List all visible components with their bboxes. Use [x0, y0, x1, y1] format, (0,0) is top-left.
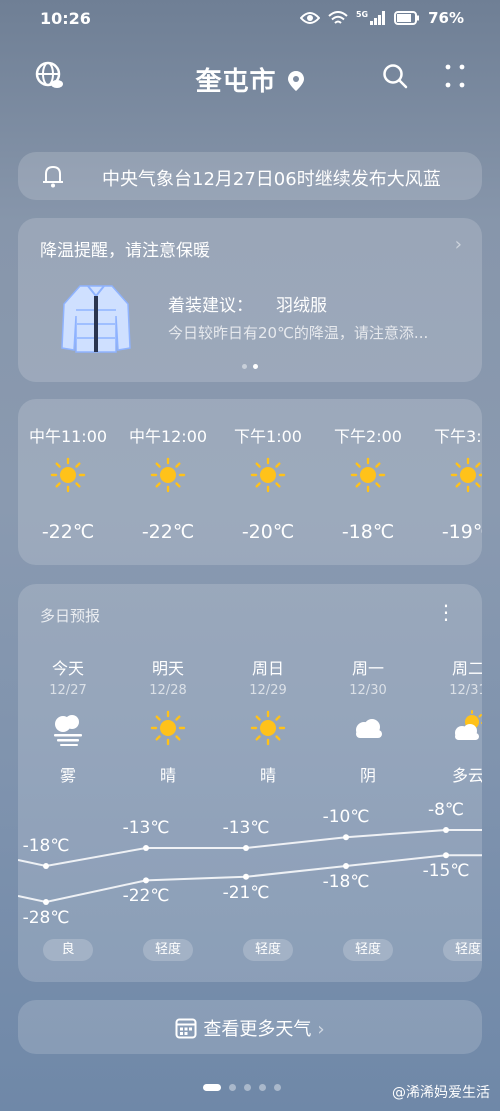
sunny-icon — [450, 457, 482, 493]
carousel-indicator — [242, 364, 258, 369]
watermark-text: @浠浠妈爱生活 — [392, 1085, 490, 1101]
sunny-icon — [50, 457, 86, 493]
high-temp-label: -8℃ — [427, 800, 465, 820]
high-temp-line-point — [243, 845, 249, 851]
battery-icon — [394, 11, 420, 25]
down-jacket-icon — [61, 285, 131, 353]
low-temp-line-point — [343, 863, 349, 869]
low-temp-line-point — [143, 877, 149, 884]
hour-time: 中午11:00 — [28, 427, 108, 446]
chevron-right-icon: › — [317, 1019, 325, 1040]
wifi-icon — [328, 10, 348, 24]
low-temp-label: -21℃ — [222, 882, 270, 903]
hour-time: 下午1:00 — [234, 427, 302, 446]
hour-time: 下午3:00 — [434, 427, 482, 446]
calendar-icon — [175, 1018, 197, 1039]
hourly-forecast-card[interactable]: 中午11:00 -22℃ 中午12:00 -22℃ 下午1:00 -20℃ 下午… — [18, 399, 482, 565]
low-temp-label: -18℃ — [322, 872, 370, 892]
more-menu-icon[interactable] — [444, 63, 466, 89]
high-temp-line-point — [143, 845, 149, 851]
sunny-icon — [350, 457, 386, 493]
high-temp-label: -10℃ — [322, 807, 370, 828]
hour-temp: -19℃ — [441, 521, 482, 543]
signal-icon — [370, 11, 386, 25]
status-bar: 10:26 5G 76% — [0, 0, 500, 36]
high-temp-line-point — [343, 834, 349, 841]
sunny-icon — [150, 457, 186, 493]
low-temp-label: -28℃ — [22, 908, 70, 928]
weather-alert-banner[interactable]: 中央气象台12月27日06时继续发布大风蓝 — [18, 152, 482, 200]
low-temp-label: -22℃ — [122, 886, 170, 907]
clothing-label: 着装建议： — [168, 296, 253, 316]
sunny-icon — [250, 457, 286, 493]
city-title[interactable]: 奎屯市 — [0, 61, 500, 98]
hour-temp: -22℃ — [141, 521, 195, 543]
location-pin-icon — [287, 71, 304, 91]
more-weather-label: 查看更多天气 — [203, 1019, 312, 1040]
high-temp-label: -18℃ — [22, 836, 70, 856]
header: 奎屯市 — [0, 55, 500, 99]
low-temp-line-point — [243, 873, 249, 880]
hour-temp: -18℃ — [341, 521, 395, 543]
status-icons: 5G 76% — [299, 9, 464, 27]
chevron-right-icon: › — [454, 234, 462, 255]
clothing-tip-card[interactable]: 降温提醒，请注意保暖 › 着装建议： 羽绒服 今日较昨日有20℃的降温，请注意添… — [18, 218, 482, 382]
hour-temp: -22℃ — [41, 521, 95, 543]
low-temp-label: -15℃ — [422, 861, 470, 882]
watermark: @浠浠妈爱生活 — [392, 1082, 490, 1102]
battery-level: 76% — [428, 9, 464, 27]
eye-icon — [299, 12, 320, 24]
status-time: 10:26 — [40, 9, 91, 28]
low-temp-line-point — [443, 852, 449, 859]
hour-time: 中午12:00 — [128, 427, 208, 446]
hour-temp: -20℃ — [241, 521, 295, 543]
alert-bell-icon — [43, 165, 63, 188]
high-temp-label: -13℃ — [122, 818, 170, 838]
page-indicator[interactable] — [203, 1084, 281, 1091]
temperature-curve — [18, 827, 482, 905]
alert-text: 中央气象台12月27日06时继续发布大风蓝 — [102, 169, 441, 190]
high-temp-line-point — [443, 827, 449, 833]
high-temp-label: -13℃ — [222, 818, 270, 838]
search-icon[interactable] — [382, 63, 408, 89]
clothing-value: 羽绒服 — [276, 296, 327, 316]
tip-title: 降温提醒，请注意保暖 — [40, 241, 210, 261]
more-weather-button[interactable]: 查看更多天气 › — [18, 1000, 482, 1054]
multi-day-forecast-card[interactable]: 多日预报 ⋮ 今天 12/27 雾 良 明天 12/28 晴 轻度 周日 12/… — [18, 584, 482, 982]
hour-time: 下午2:00 — [334, 427, 402, 446]
city-name: 奎屯市 — [195, 67, 277, 97]
high-temp-line-point — [43, 863, 49, 869]
network-label: 5G — [355, 9, 369, 19]
low-temp-line-point — [43, 899, 49, 905]
clothing-description: 今日较昨日有20℃的降温，请注意添... — [168, 324, 429, 342]
